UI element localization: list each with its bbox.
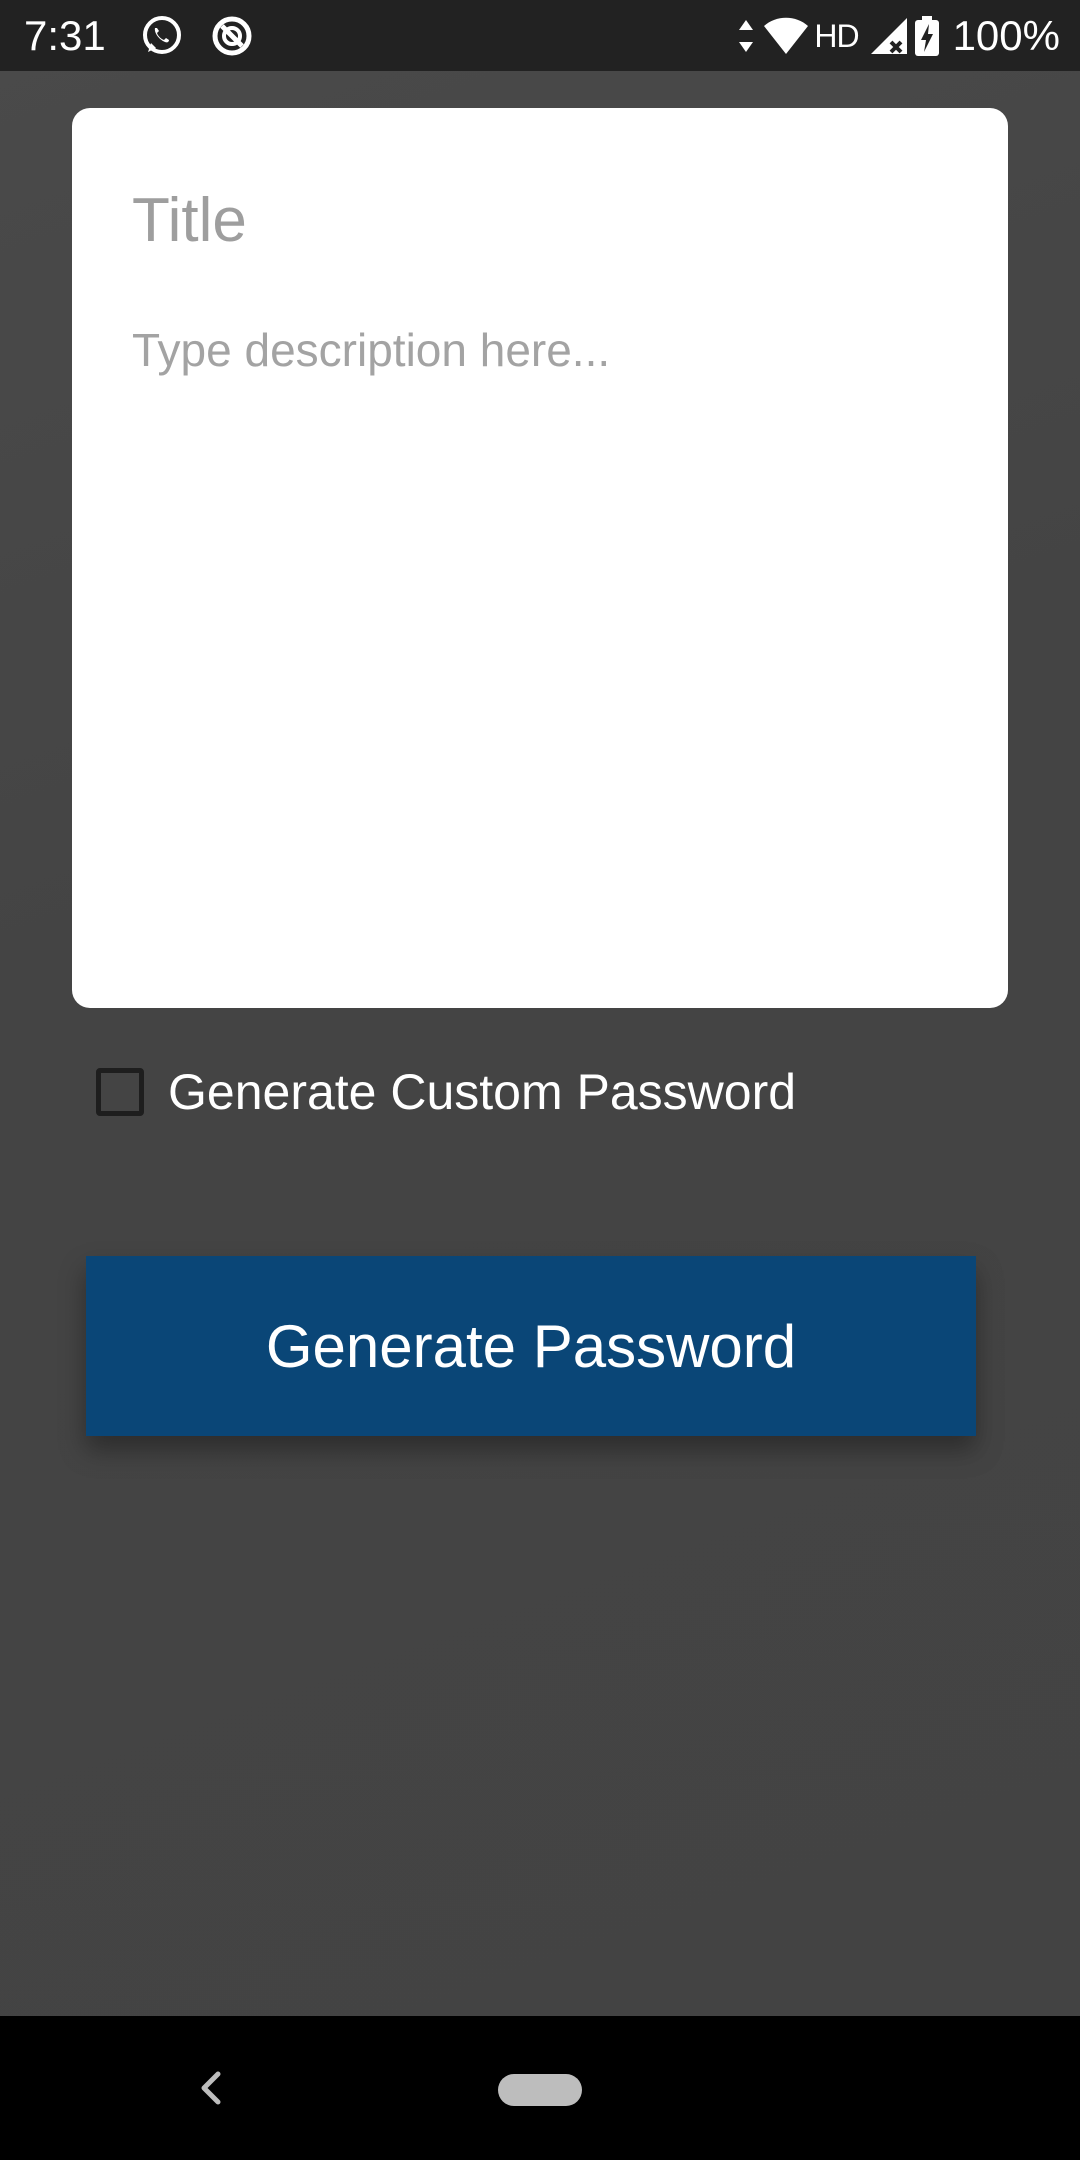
title-input[interactable] <box>132 180 948 260</box>
generate-password-button[interactable]: Generate Password <box>86 1256 976 1436</box>
battery-charging-icon <box>913 12 941 60</box>
status-time: 7:31 <box>24 12 106 59</box>
whatsapp-icon <box>138 12 186 60</box>
home-pill-icon[interactable] <box>498 2074 582 2106</box>
hd-label: HD <box>814 18 859 54</box>
custom-password-label: Generate Custom Password <box>168 1064 797 1120</box>
status-right-icons: HD 100% <box>734 10 1060 62</box>
custom-password-checkbox[interactable] <box>96 1068 144 1116</box>
data-arrows-icon <box>734 12 758 60</box>
description-input[interactable] <box>132 320 948 960</box>
wifi-icon <box>762 12 810 60</box>
data-saver-icon <box>208 12 256 60</box>
battery-percent: 100% <box>952 12 1060 59</box>
navigation-bar <box>0 2016 1080 2160</box>
note-card <box>72 108 1008 1008</box>
status-left-icons <box>138 12 256 60</box>
generate-password-label: Generate Password <box>265 1312 797 1380</box>
screen: 7:31 HD 100% Title Type description here… <box>0 0 1080 2160</box>
custom-password-option[interactable]: Generate Custom Password <box>96 1064 796 1120</box>
status-bar: 7:31 HD 100% <box>0 0 1080 71</box>
back-icon[interactable] <box>190 2064 230 2112</box>
signal-icon <box>869 12 909 60</box>
